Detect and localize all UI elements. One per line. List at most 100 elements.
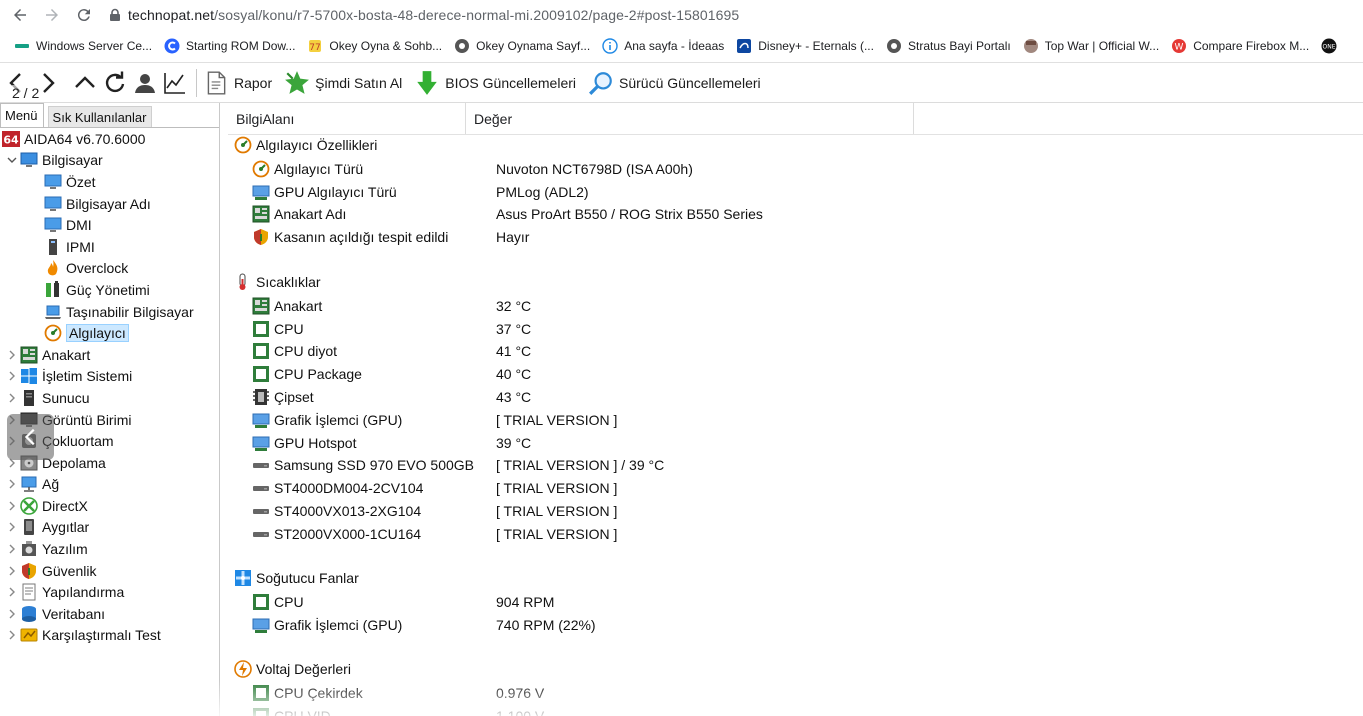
sensor-row[interactable]: CPU Package 40 °C (252, 364, 1252, 384)
chevron-down-icon[interactable] (6, 154, 18, 166)
report-icon (207, 70, 226, 95)
reload-icon[interactable] (68, 0, 100, 30)
sensor-row[interactable]: CPU 37 °C (252, 319, 1252, 339)
sensor-value: 1.100 V (496, 707, 545, 716)
address-bar-url[interactable]: technopat.net/sosyal/konu/r7-5700x-bosta… (128, 7, 739, 23)
bios-updates-button[interactable]: BIOS Güncellemeleri (414, 70, 576, 96)
tree-item[interactable]: DirectX (0, 495, 219, 517)
user-icon[interactable] (130, 68, 160, 98)
bookmark-item[interactable]: Okey Oynama Sayf... (454, 30, 590, 62)
tree-item[interactable]: Yapılandırma (0, 581, 219, 603)
tree-item[interactable]: Ağ (0, 474, 219, 496)
sensor-field: CPU Package (274, 366, 362, 383)
tree-item[interactable]: Karşılaştırmalı Test (0, 625, 219, 647)
up-icon[interactable] (70, 68, 100, 98)
sensor-row[interactable]: CPU diyot 41 °C (252, 341, 1252, 361)
sensor-row[interactable]: Anakart 32 °C (252, 296, 1252, 316)
refresh-icon[interactable] (100, 68, 130, 98)
sensor-row[interactable]: ST4000DM004-2CV104 [ TRIAL VERSION ] (252, 478, 1252, 498)
fan-icon (234, 569, 252, 587)
sensor-row[interactable]: Grafik İşlemci (GPU) 740 RPM (22%) (252, 615, 1252, 635)
section-header[interactable]: Sıcaklıklar (234, 273, 321, 291)
bookmark-item[interactable]: Disney+ - Eternals (... (736, 30, 874, 62)
bookmark-item[interactable]: Windows Server Ce... (14, 30, 152, 62)
bookmark-item[interactable]: 77 Okey Oyna & Sohb... (307, 30, 442, 62)
column-header-value[interactable]: Değer (466, 103, 914, 134)
tree-item[interactable]: Veritabanı (0, 603, 219, 625)
tree-item[interactable]: 64 AIDA64 v6.70.6000 (0, 128, 219, 150)
carousel-previous-button[interactable] (7, 414, 54, 460)
chevron-right-icon[interactable] (6, 608, 18, 620)
chevron-right-icon[interactable] (6, 370, 18, 382)
svg-text:77: 77 (310, 43, 321, 53)
devices-icon (20, 518, 38, 536)
section-header[interactable]: Soğutucu Fanlar (234, 569, 359, 587)
tree-item[interactable]: Özet (0, 171, 219, 193)
monitor-icon (44, 216, 62, 234)
buy-now-button[interactable]: Şimdi Satın Al (284, 70, 402, 96)
tree-item[interactable]: Overclock (0, 258, 219, 280)
tree-item[interactable]: Taşınabilir Bilgisayar (0, 301, 219, 323)
bookmark-label: Okey Oynama Sayf... (476, 39, 591, 53)
section-header[interactable]: Algılayıcı Özellikleri (234, 136, 377, 154)
sensor-field: Kasanın açıldığı tespit edildi (274, 229, 449, 246)
tree-item[interactable]: Güç Yönetimi (0, 279, 219, 301)
sensor-row[interactable]: Anakart Adı Asus ProArt B550 / ROG Strix … (252, 204, 1252, 224)
tree-item[interactable]: Güvenlik (0, 560, 219, 582)
sensor-row[interactable]: CPU Çekirdek 0.976 V (252, 683, 1252, 703)
sensor-row[interactable]: ST4000VX013-2XG104 [ TRIAL VERSION ] (252, 501, 1252, 521)
sensor-row[interactable]: Samsung SSD 970 EVO 500GB [ TRIAL VERSION… (252, 455, 1252, 475)
section-header[interactable]: Voltaj Değerleri (234, 660, 351, 678)
sensor-row[interactable]: Grafik İşlemci (GPU) [ TRIAL VERSION ] (252, 410, 1252, 430)
tree-item[interactable]: Aygıtlar (0, 517, 219, 539)
sensor-row[interactable]: CPU VID 1.100 V (252, 706, 1252, 716)
bios-updates-label: BIOS Güncellemeleri (445, 74, 577, 91)
chevron-right-icon[interactable] (6, 565, 18, 577)
download-arrow-icon (417, 70, 438, 95)
lock-icon[interactable] (108, 8, 122, 22)
column-header-field[interactable]: BilgiAlanı (228, 103, 466, 134)
back-arrow-icon[interactable] (4, 0, 36, 30)
tree-item[interactable]: Sunucu (0, 387, 219, 409)
rapor-button[interactable]: Rapor (203, 70, 272, 96)
chevron-right-icon[interactable] (6, 521, 18, 533)
bookmark-overflow-icon[interactable]: ONE (1321, 30, 1337, 62)
tab-favorites[interactable]: Sık Kullanılanlar (47, 106, 153, 127)
tab-menu[interactable]: Menü (0, 103, 44, 127)
chevron-right-icon[interactable] (6, 543, 18, 555)
forward-arrow-icon[interactable] (36, 0, 68, 30)
sensor-row[interactable]: GPU Algılayıcı Türü PMLog (ADL2) (252, 182, 1252, 202)
sensor-row[interactable]: GPU Hotspot 39 °C (252, 433, 1252, 453)
sensor-value: PMLog (ADL2) (496, 183, 589, 200)
bookmark-item[interactable]: Top War | Official W... (1023, 30, 1159, 62)
tree-item[interactable]: Anakart (0, 344, 219, 366)
tree-item[interactable]: DMI (0, 214, 219, 236)
sensor-row[interactable]: Algılayıcı Türü Nuvoton NCT6798D (ISA A00… (252, 159, 1252, 179)
chevron-right-icon[interactable] (6, 500, 18, 512)
sensor-row[interactable]: CPU 904 RPM (252, 592, 1252, 612)
database-icon (20, 605, 38, 623)
sensor-field: CPU diyot (274, 343, 338, 360)
sensor-row[interactable]: Kasanın açıldığı tespit edildi Hayır (252, 227, 1252, 247)
bookmark-item[interactable]: W Compare Firebox M... (1171, 30, 1309, 62)
sensor-row[interactable]: Çipset 43 °C (252, 387, 1252, 407)
chevron-right-icon[interactable] (6, 629, 18, 641)
sensor-row[interactable]: ST2000VX000-1CU164 [ TRIAL VERSION ] (252, 524, 1252, 544)
chart-icon[interactable] (160, 68, 190, 98)
bookmark-item[interactable]: Stratus Bayi Portalı (886, 30, 1011, 62)
sensor-value: [ TRIAL VERSION ] (496, 411, 618, 428)
chevron-right-icon[interactable] (6, 349, 18, 361)
bookmark-item[interactable]: Starting ROM Dow... (164, 30, 295, 62)
tree-item[interactable]: İşletim Sistemi (0, 366, 219, 388)
chevron-right-icon[interactable] (6, 392, 18, 404)
tree-item[interactable]: Algılayıcı (0, 322, 219, 344)
driver-updates-button[interactable]: Sürücü Güncellemeleri (588, 70, 761, 96)
bookmark-item[interactable]: Ana sayfa - İdeaas (602, 30, 724, 62)
tree-item[interactable]: Bilgisayar Adı (0, 193, 219, 215)
navigation-tree-panel: Menü Sık Kullanılanlar 64 AIDA64 v6.70.60… (0, 103, 220, 716)
chevron-right-icon[interactable] (6, 586, 18, 598)
tree-item[interactable]: IPMI (0, 236, 219, 258)
tree-item[interactable]: Yazılım (0, 538, 219, 560)
tree-item[interactable]: Bilgisayar (0, 150, 219, 172)
chevron-right-icon[interactable] (6, 478, 18, 490)
